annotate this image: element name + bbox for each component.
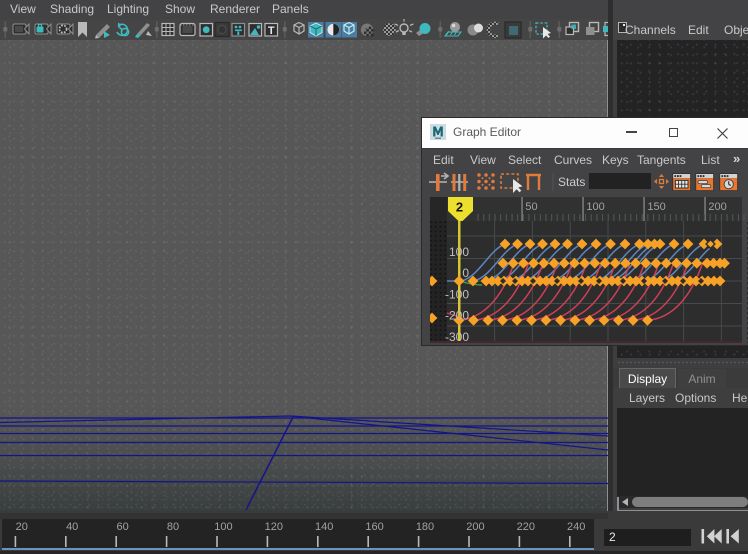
svg-text:180: 180 — [416, 521, 434, 533]
svg-text:200: 200 — [708, 201, 726, 213]
svg-text:80: 80 — [167, 521, 179, 533]
svg-text:140: 140 — [315, 521, 333, 533]
svg-text:-100: -100 — [445, 288, 469, 302]
svg-text:100: 100 — [449, 245, 469, 259]
svg-text:120: 120 — [265, 521, 283, 533]
svg-text:20: 20 — [16, 521, 28, 533]
svg-text:0: 0 — [462, 266, 469, 280]
svg-text:100: 100 — [214, 521, 232, 533]
svg-text:200: 200 — [466, 521, 484, 533]
svg-text:150: 150 — [647, 201, 665, 213]
svg-text:60: 60 — [116, 521, 128, 533]
svg-text:50: 50 — [525, 201, 537, 213]
svg-text:2: 2 — [456, 200, 463, 215]
svg-text:100: 100 — [586, 201, 604, 213]
svg-text:Stats: Stats — [558, 175, 585, 189]
svg-text:-200: -200 — [445, 309, 469, 323]
svg-text:40: 40 — [66, 521, 78, 533]
svg-text:220: 220 — [517, 521, 535, 533]
svg-text:240: 240 — [567, 521, 585, 533]
svg-text:160: 160 — [365, 521, 383, 533]
